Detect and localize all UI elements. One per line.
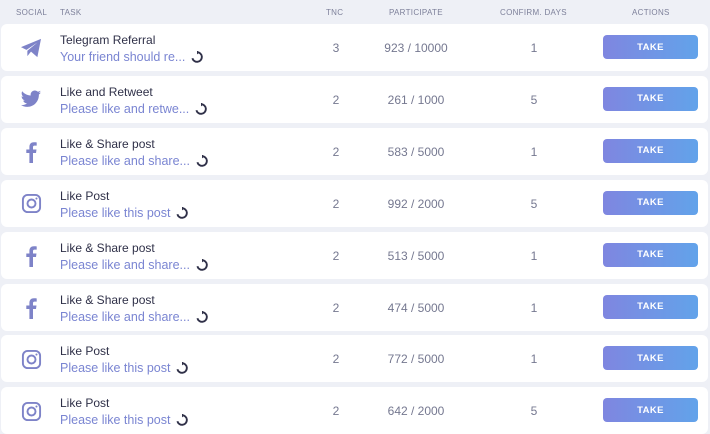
- take-button[interactable]: TAKE: [603, 138, 698, 163]
- task-description[interactable]: Please like and share...: [60, 310, 208, 324]
- refresh-icon[interactable]: [191, 51, 204, 63]
- task-description-text[interactable]: Please like this post: [60, 206, 170, 220]
- twitter-icon: [19, 88, 43, 112]
- confirm-days-value: 1: [530, 300, 538, 315]
- facebook-icon: [19, 140, 43, 164]
- column-header-participate: PARTICIPATE: [389, 8, 443, 17]
- table-row: Like Post Please like this post 2 992 / 200…: [1, 179, 708, 227]
- take-button[interactable]: TAKE: [603, 398, 698, 423]
- tnc-value: 2: [332, 196, 340, 211]
- tnc-value: 2: [332, 92, 340, 107]
- table-row: Like Post Please like this post 2 642 / 200…: [1, 387, 708, 434]
- tnc-value: 3: [332, 41, 340, 55]
- task-description[interactable]: Please like this post: [60, 206, 189, 220]
- refresh-icon[interactable]: [195, 102, 208, 115]
- refresh-icon[interactable]: [196, 310, 208, 323]
- task-title: Like & Share post: [60, 292, 155, 307]
- confirm-days-value: 5: [530, 196, 538, 211]
- task-description-text[interactable]: Please like this post: [60, 413, 170, 427]
- facebook-icon: [19, 296, 43, 320]
- task-description[interactable]: Please like and share...: [60, 258, 208, 272]
- table-row: Like and Retweet Please like and retwe...…: [1, 75, 708, 123]
- take-button[interactable]: TAKE: [603, 242, 698, 267]
- refresh-icon[interactable]: [196, 258, 208, 271]
- task-title: Telegram Referral: [60, 33, 156, 47]
- instagram-icon: [19, 399, 43, 423]
- table-row: Telegram Referral Your friend should re..…: [1, 24, 708, 71]
- confirm-days-value: 5: [530, 92, 538, 107]
- column-header-tnc: TNC: [326, 8, 344, 17]
- participate-value: 772 / 5000: [387, 352, 445, 367]
- confirm-days-value: 1: [530, 144, 538, 159]
- take-button[interactable]: TAKE: [603, 86, 698, 111]
- participate-value: 642 / 2000: [387, 404, 445, 419]
- table-row: Like & Share post Please like and share..…: [1, 231, 708, 279]
- table-row: Like & Share post Please like and share..…: [1, 127, 708, 175]
- refresh-icon[interactable]: [176, 206, 189, 219]
- task-description-text[interactable]: Please like and share...: [60, 154, 190, 168]
- task-description[interactable]: Please like this post: [60, 413, 189, 427]
- telegram-icon: [19, 36, 43, 60]
- task-description-text[interactable]: Please like and share...: [60, 258, 190, 272]
- take-button[interactable]: TAKE: [603, 190, 698, 215]
- take-button[interactable]: TAKE: [603, 35, 698, 59]
- tnc-value: 2: [332, 248, 340, 263]
- participate-value: 474 / 5000: [387, 300, 445, 315]
- facebook-icon: [19, 244, 43, 268]
- task-title: Like & Share post: [60, 136, 155, 151]
- confirm-days-value: 5: [530, 404, 538, 419]
- task-description[interactable]: Please like this post: [60, 361, 189, 375]
- participate-value: 261 / 1000: [387, 92, 445, 107]
- participate-value: 923 / 10000: [384, 41, 448, 55]
- tnc-value: 2: [332, 144, 340, 159]
- task-title: Like and Retweet: [60, 84, 153, 99]
- task-description[interactable]: Please like and share...: [60, 154, 208, 168]
- task-title: Like Post: [60, 396, 110, 411]
- task-description-text[interactable]: Please like and share...: [60, 310, 190, 324]
- table-row: Like Post Please like this post 2 772 / 500…: [1, 335, 708, 383]
- table-row: Like & Share post Please like and share..…: [1, 283, 708, 331]
- confirm-days-value: 1: [530, 352, 538, 367]
- task-title: Like Post: [60, 344, 110, 359]
- instagram-icon: [19, 192, 43, 216]
- task-description-text[interactable]: Your friend should re...: [60, 50, 185, 64]
- column-header-task: TASK: [60, 8, 82, 17]
- take-button[interactable]: TAKE: [603, 346, 698, 371]
- confirm-days-value: 1: [530, 248, 538, 263]
- column-header-social: SOCIAL: [16, 8, 48, 17]
- confirm-days-value: 1: [530, 41, 538, 55]
- refresh-icon[interactable]: [196, 154, 208, 167]
- refresh-icon[interactable]: [176, 414, 189, 426]
- column-header-confirm-days: CONFIRM. DAYS: [500, 8, 567, 17]
- task-description-text[interactable]: Please like and retwe...: [60, 102, 189, 116]
- participate-value: 992 / 2000: [387, 196, 445, 211]
- tnc-value: 2: [332, 352, 340, 367]
- instagram-icon: [19, 347, 43, 371]
- task-title: Like Post: [60, 188, 110, 203]
- task-description[interactable]: Please like and retwe...: [60, 102, 208, 116]
- tnc-value: 2: [332, 404, 340, 419]
- task-description-text[interactable]: Please like this post: [60, 361, 170, 375]
- table-header: SOCIAL TASK TNC PARTICIPATE CONFIRM. DAY…: [0, 0, 710, 24]
- take-button[interactable]: TAKE: [603, 294, 698, 319]
- participate-value: 513 / 5000: [387, 248, 445, 263]
- column-header-actions: ACTIONS: [632, 8, 670, 17]
- tnc-value: 2: [332, 300, 340, 315]
- participate-value: 583 / 5000: [387, 144, 445, 159]
- refresh-icon[interactable]: [176, 362, 189, 375]
- task-description[interactable]: Your friend should re...: [60, 50, 204, 64]
- task-title: Like & Share post: [60, 240, 155, 255]
